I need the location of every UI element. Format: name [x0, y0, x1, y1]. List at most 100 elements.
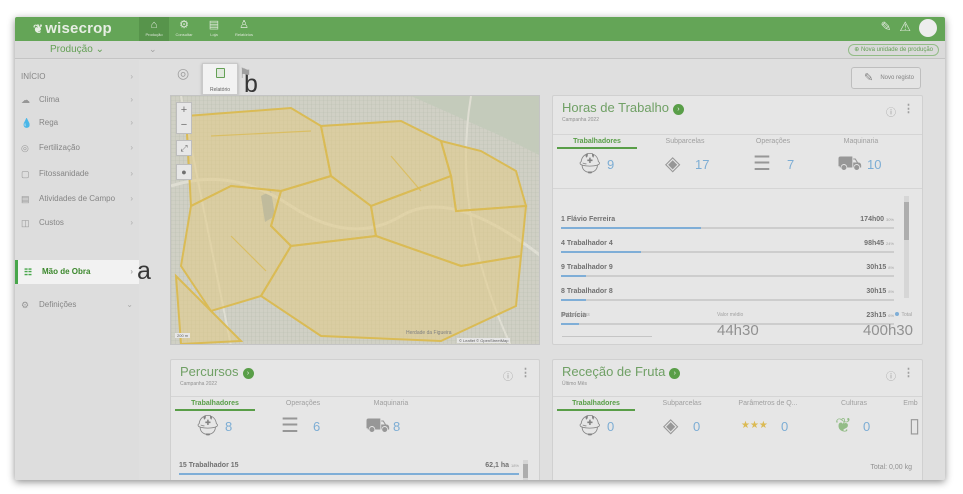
more-menu-icon[interactable]: ⋮: [903, 102, 914, 115]
report-label: Relatório: [209, 87, 230, 93]
tab-subparcelas[interactable]: Subparcelas ◈ 0: [639, 397, 725, 452]
scrollbar[interactable]: [904, 196, 909, 298]
sidebar-item-mao-de-obra[interactable]: ☷ Mão de Obra ›: [15, 260, 139, 284]
tab-embalagens[interactable]: Emb ▯: [897, 397, 924, 452]
tab-count: 10: [867, 157, 882, 172]
tab-label: Culturas: [840, 400, 868, 407]
avatar[interactable]: [919, 19, 937, 37]
row-bar-track: [561, 251, 894, 253]
tab-operacoes[interactable]: Operações ☰ 7: [729, 135, 817, 190]
tractor-icon: ⛟: [837, 153, 863, 175]
info-icon[interactable]: ⓘ: [886, 368, 896, 383]
tab-maquinaria[interactable]: Maquinaria ⛟ 8: [347, 397, 435, 452]
tab-culturas[interactable]: Culturas ❦ 0: [811, 397, 897, 452]
map-view[interactable]: Herdade da Figueira: [170, 95, 540, 345]
row-value-text: 30h15: [866, 264, 887, 271]
new-record-button[interactable]: ✎ Novo registo: [851, 67, 921, 89]
new-production-unit-button[interactable]: ⊕ Nova unidade de produção: [848, 44, 939, 56]
row-percent: 8%: [888, 289, 894, 294]
sidebar-item-fitossanidade[interactable]: ▢ Fitossanidade ›: [15, 165, 139, 183]
report-button[interactable]: Relatório: [202, 63, 238, 95]
sidebar-item-fertilizacao[interactable]: ◎ Fertilização ›: [15, 139, 139, 157]
sidebar-item-inicio[interactable]: INÍCIO ›: [15, 68, 139, 86]
hours-card-title: Horas de Trabalho ›: [562, 100, 684, 115]
layers-icon[interactable]: ◎: [177, 65, 189, 82]
info-icon[interactable]: ⓘ: [503, 368, 513, 383]
top-nav-group: ⌂ Produção ⚙ Consultar ▤ Loja ♙ Relatórios: [139, 17, 259, 41]
row-value: 98h45 24%: [864, 240, 894, 247]
scrollbar-thumb[interactable]: [904, 202, 909, 240]
tab-trabalhadores[interactable]: Trabalhadores ⛑ 9: [553, 135, 641, 190]
card-title-text: Receção de Fruta: [562, 364, 666, 379]
more-menu-icon[interactable]: ⋮: [903, 366, 914, 379]
scrollbar-thumb[interactable]: [523, 464, 528, 478]
new-unit-label: Nova unidade de produção: [860, 47, 933, 53]
chevron-right-icon: ›: [130, 143, 133, 152]
row-percent: 30%: [885, 217, 894, 222]
card-title-text: Percursos: [180, 364, 239, 379]
sidebar-item-definicoes[interactable]: ⚙ Definições ⌄: [15, 296, 139, 314]
sidebar-item-atividades[interactable]: ▤ Atividades de Campo ›: [15, 190, 139, 208]
tab-count: 0: [607, 419, 615, 434]
sidebar-item-label: Mão de Obra: [42, 267, 91, 276]
chevron-right-icon[interactable]: ›: [242, 368, 254, 379]
nav-producao[interactable]: ⌂ Produção: [139, 17, 169, 41]
summary-sub-label: Subparcelas: [562, 312, 590, 318]
sub-header: Produção ⌄ ⌄ ⊕ Nova unidade de produção: [15, 41, 945, 59]
chevron-right-icon[interactable]: ›: [669, 368, 681, 379]
scrollbar[interactable]: [523, 460, 528, 480]
info-icon[interactable]: ⓘ: [886, 104, 896, 119]
chevron-right-icon[interactable]: ›: [672, 104, 684, 115]
app-window: ❦ wisecrop ⌂ Produção ⚙ Consultar ▤ Loja ♙ Re…: [15, 17, 945, 480]
zoom-in-button[interactable]: +: [177, 103, 191, 118]
worker-hat-icon: ⛑: [577, 153, 603, 175]
cloud-icon: ☁: [21, 95, 30, 105]
edit-icon[interactable]: ✎: [880, 19, 891, 37]
sidebar-item-label: Custos: [39, 218, 64, 227]
sidebar-item-label: Clima: [39, 95, 60, 104]
chevron-down-icon[interactable]: ⌄: [149, 44, 157, 55]
warning-icon[interactable]: ⚠: [899, 19, 911, 37]
card-subtitle: Campanha 2022: [180, 381, 217, 387]
row-bar-track: [179, 473, 519, 475]
list-item[interactable]: 4 Trabalhador 4 98h45 24%: [561, 238, 894, 260]
routes-card-title: Percursos ›: [180, 364, 254, 379]
nav-consultar[interactable]: ⚙ Consultar: [169, 17, 199, 41]
tab-maquinaria[interactable]: Maquinaria ⛟ 10: [817, 135, 905, 190]
nav-label: Produção: [145, 32, 163, 37]
water-drop-icon: 💧: [21, 118, 33, 128]
production-select[interactable]: Produção ⌄: [15, 41, 139, 59]
tab-count: 9: [607, 157, 615, 172]
tab-subparcelas[interactable]: Subparcelas ◈ 17: [641, 135, 729, 190]
flag-icon[interactable]: ⚑: [239, 65, 252, 82]
sidebar-item-custos[interactable]: ◫ Custos ›: [15, 214, 139, 232]
row-percent: 6%: [888, 313, 894, 318]
row-value: 30h15 8%: [866, 264, 894, 271]
sidebar-item-label: Fitossanidade: [39, 169, 89, 178]
row-bar: [561, 275, 587, 277]
list-item[interactable]: 15 Trabalhador 15 62,1 ha 18%: [179, 460, 519, 480]
tab-parametros-qualidade[interactable]: Parâmetros de Q... ★★★ 0: [725, 397, 811, 452]
routes-tabs: Trabalhadores ⛑ 8 Operações ☰ 6 Maquinar…: [171, 396, 539, 451]
tab-label: Maquinaria: [843, 138, 879, 145]
row-value: 23h15 6%: [866, 312, 894, 319]
wisecrop-logo[interactable]: ❦ wisecrop: [33, 20, 112, 37]
nav-loja[interactable]: ▤ Loja: [199, 17, 229, 41]
nav-relatorios[interactable]: ♙ Relatórios: [229, 17, 259, 41]
zoom-out-button[interactable]: −: [177, 118, 191, 133]
row-value-text: 23h15: [866, 312, 887, 319]
sidebar-item-rega[interactable]: 💧 Rega ›: [15, 114, 139, 132]
tab-trabalhadores[interactable]: Trabalhadores ⛑ 0: [553, 397, 639, 452]
tab-trabalhadores[interactable]: Trabalhadores ⛑ 8: [171, 397, 259, 452]
sidebar-item-label: Fertilização: [39, 143, 80, 152]
tab-operacoes[interactable]: Operações ☰ 6: [259, 397, 347, 452]
fullscreen-button[interactable]: ⤢: [176, 140, 192, 156]
list-item[interactable]: 1 Flávio Ferreira 174h00 30%: [561, 214, 894, 236]
fruit-tabs: Trabalhadores ⛑ 0 Subparcelas ◈ 0 Parâme…: [553, 396, 922, 451]
more-menu-icon[interactable]: ⋮: [520, 366, 531, 379]
sidebar-item-clima[interactable]: ☁ Clima ›: [15, 91, 139, 109]
logo-text: wisecrop: [45, 20, 112, 37]
list-item[interactable]: 8 Trabalhador 8 30h15 8%: [561, 286, 894, 308]
list-item[interactable]: 9 Trabalhador 9 30h15 8%: [561, 262, 894, 284]
draw-button[interactable]: ●: [176, 164, 192, 180]
